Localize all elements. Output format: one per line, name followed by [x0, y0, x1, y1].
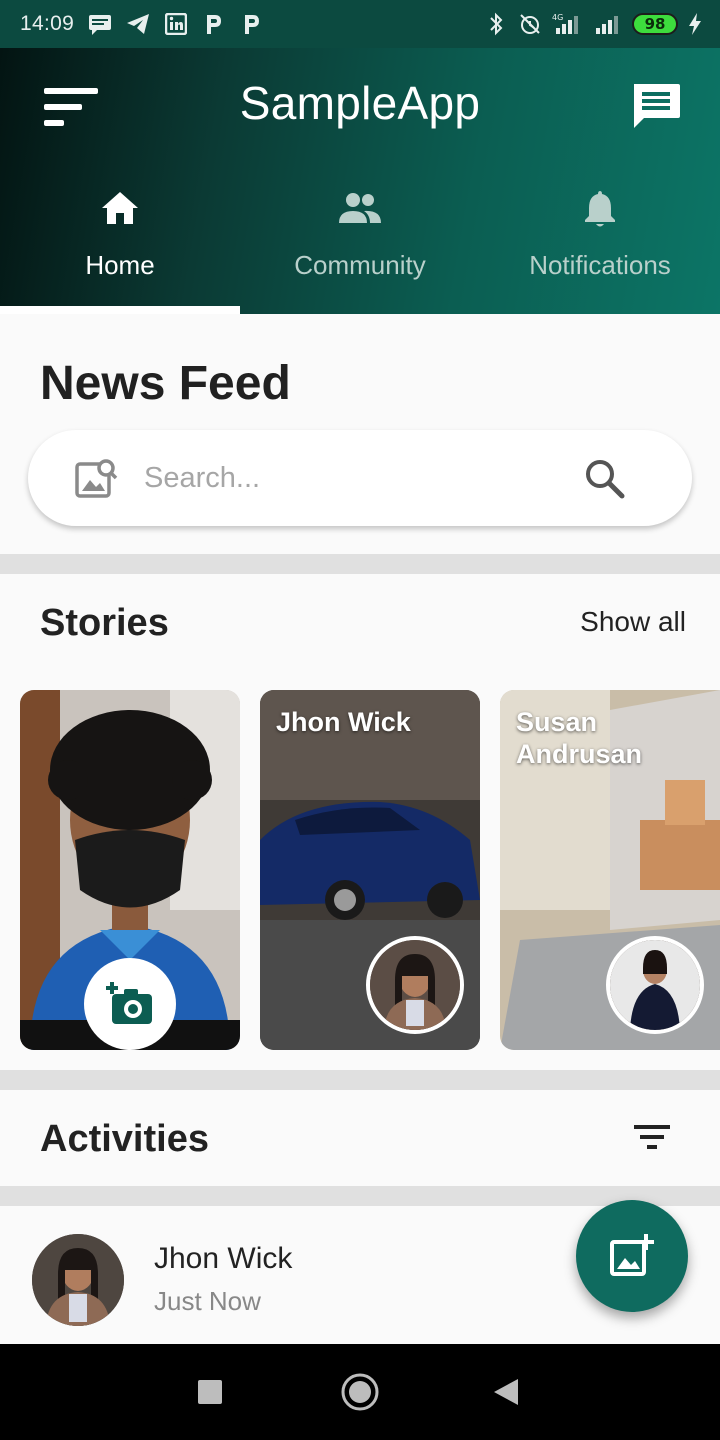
telegram-icon	[126, 12, 150, 36]
news-feed-section: News Feed Search...	[0, 314, 720, 554]
app-header: SampleApp Home Community Notifications	[0, 48, 720, 314]
page-title: News Feed	[40, 357, 291, 410]
content: News Feed Search... Stories Show all Jho…	[0, 314, 720, 1344]
activities-title: Activities	[40, 1118, 209, 1160]
linkedin-icon	[164, 12, 188, 36]
activities-section: Activities	[0, 1090, 720, 1186]
section-divider	[0, 554, 720, 574]
search-icon[interactable]	[582, 456, 626, 500]
tab-community-label: Community	[294, 250, 426, 280]
people-icon	[338, 186, 382, 230]
avatar	[366, 936, 464, 1034]
search-input[interactable]: Search...	[144, 462, 582, 495]
recent-apps-button[interactable]	[186, 1368, 234, 1416]
chat-icon[interactable]	[628, 78, 684, 134]
avatar	[32, 1234, 124, 1326]
home-button[interactable]	[336, 1368, 384, 1416]
add-post-button[interactable]	[576, 1200, 688, 1312]
tab-indicator	[0, 306, 240, 314]
p-icon	[240, 12, 264, 36]
p-icon	[202, 12, 226, 36]
section-divider	[0, 1070, 720, 1090]
app-title: SampleApp	[239, 77, 481, 129]
charging-icon	[688, 12, 702, 36]
bell-icon	[578, 186, 622, 230]
add-photo-icon	[610, 1234, 654, 1276]
bluetooth-icon	[484, 12, 508, 36]
activity-author-name: Jhon Wick	[154, 1242, 293, 1275]
signal-4g-icon: 4G	[552, 12, 582, 36]
add-photo-icon	[106, 982, 152, 1024]
signal-icon	[592, 12, 622, 36]
show-all-link[interactable]: Show all	[580, 606, 686, 638]
add-story-button[interactable]	[84, 958, 176, 1050]
system-nav-bar	[0, 1344, 720, 1440]
svg-text:4G: 4G	[552, 13, 563, 22]
tab-home[interactable]: Home	[0, 178, 240, 314]
filter-icon[interactable]	[632, 1122, 672, 1162]
alarm-off-icon	[518, 12, 542, 36]
home-icon	[98, 186, 142, 230]
story-card[interactable]: Jhon Wick	[260, 690, 480, 1050]
tab-bar: Home Community Notifications	[0, 178, 720, 314]
story-author-name: Jhon Wick	[276, 707, 411, 737]
tab-notifications[interactable]: Notifications	[480, 178, 720, 314]
stories-title: Stories	[40, 602, 169, 644]
tab-home-label: Home	[85, 250, 155, 280]
tab-notifications-label: Notifications	[529, 250, 671, 280]
add-story-card[interactable]	[20, 690, 240, 1050]
message-icon	[88, 12, 112, 36]
status-bar: 14:09 4G 98	[0, 0, 720, 48]
story-author-name: Susan Andrusan	[516, 707, 643, 769]
image-search-icon	[75, 459, 118, 498]
status-time: 14:09	[20, 12, 75, 35]
battery-icon: 98	[632, 13, 678, 35]
tab-community[interactable]: Community	[240, 178, 480, 314]
avatar	[606, 936, 704, 1034]
story-card[interactable]: Susan Andrusan	[500, 690, 720, 1050]
search-bar[interactable]: Search...	[28, 430, 692, 526]
back-button[interactable]	[482, 1368, 530, 1416]
activity-timestamp: Just Now	[154, 1286, 261, 1316]
